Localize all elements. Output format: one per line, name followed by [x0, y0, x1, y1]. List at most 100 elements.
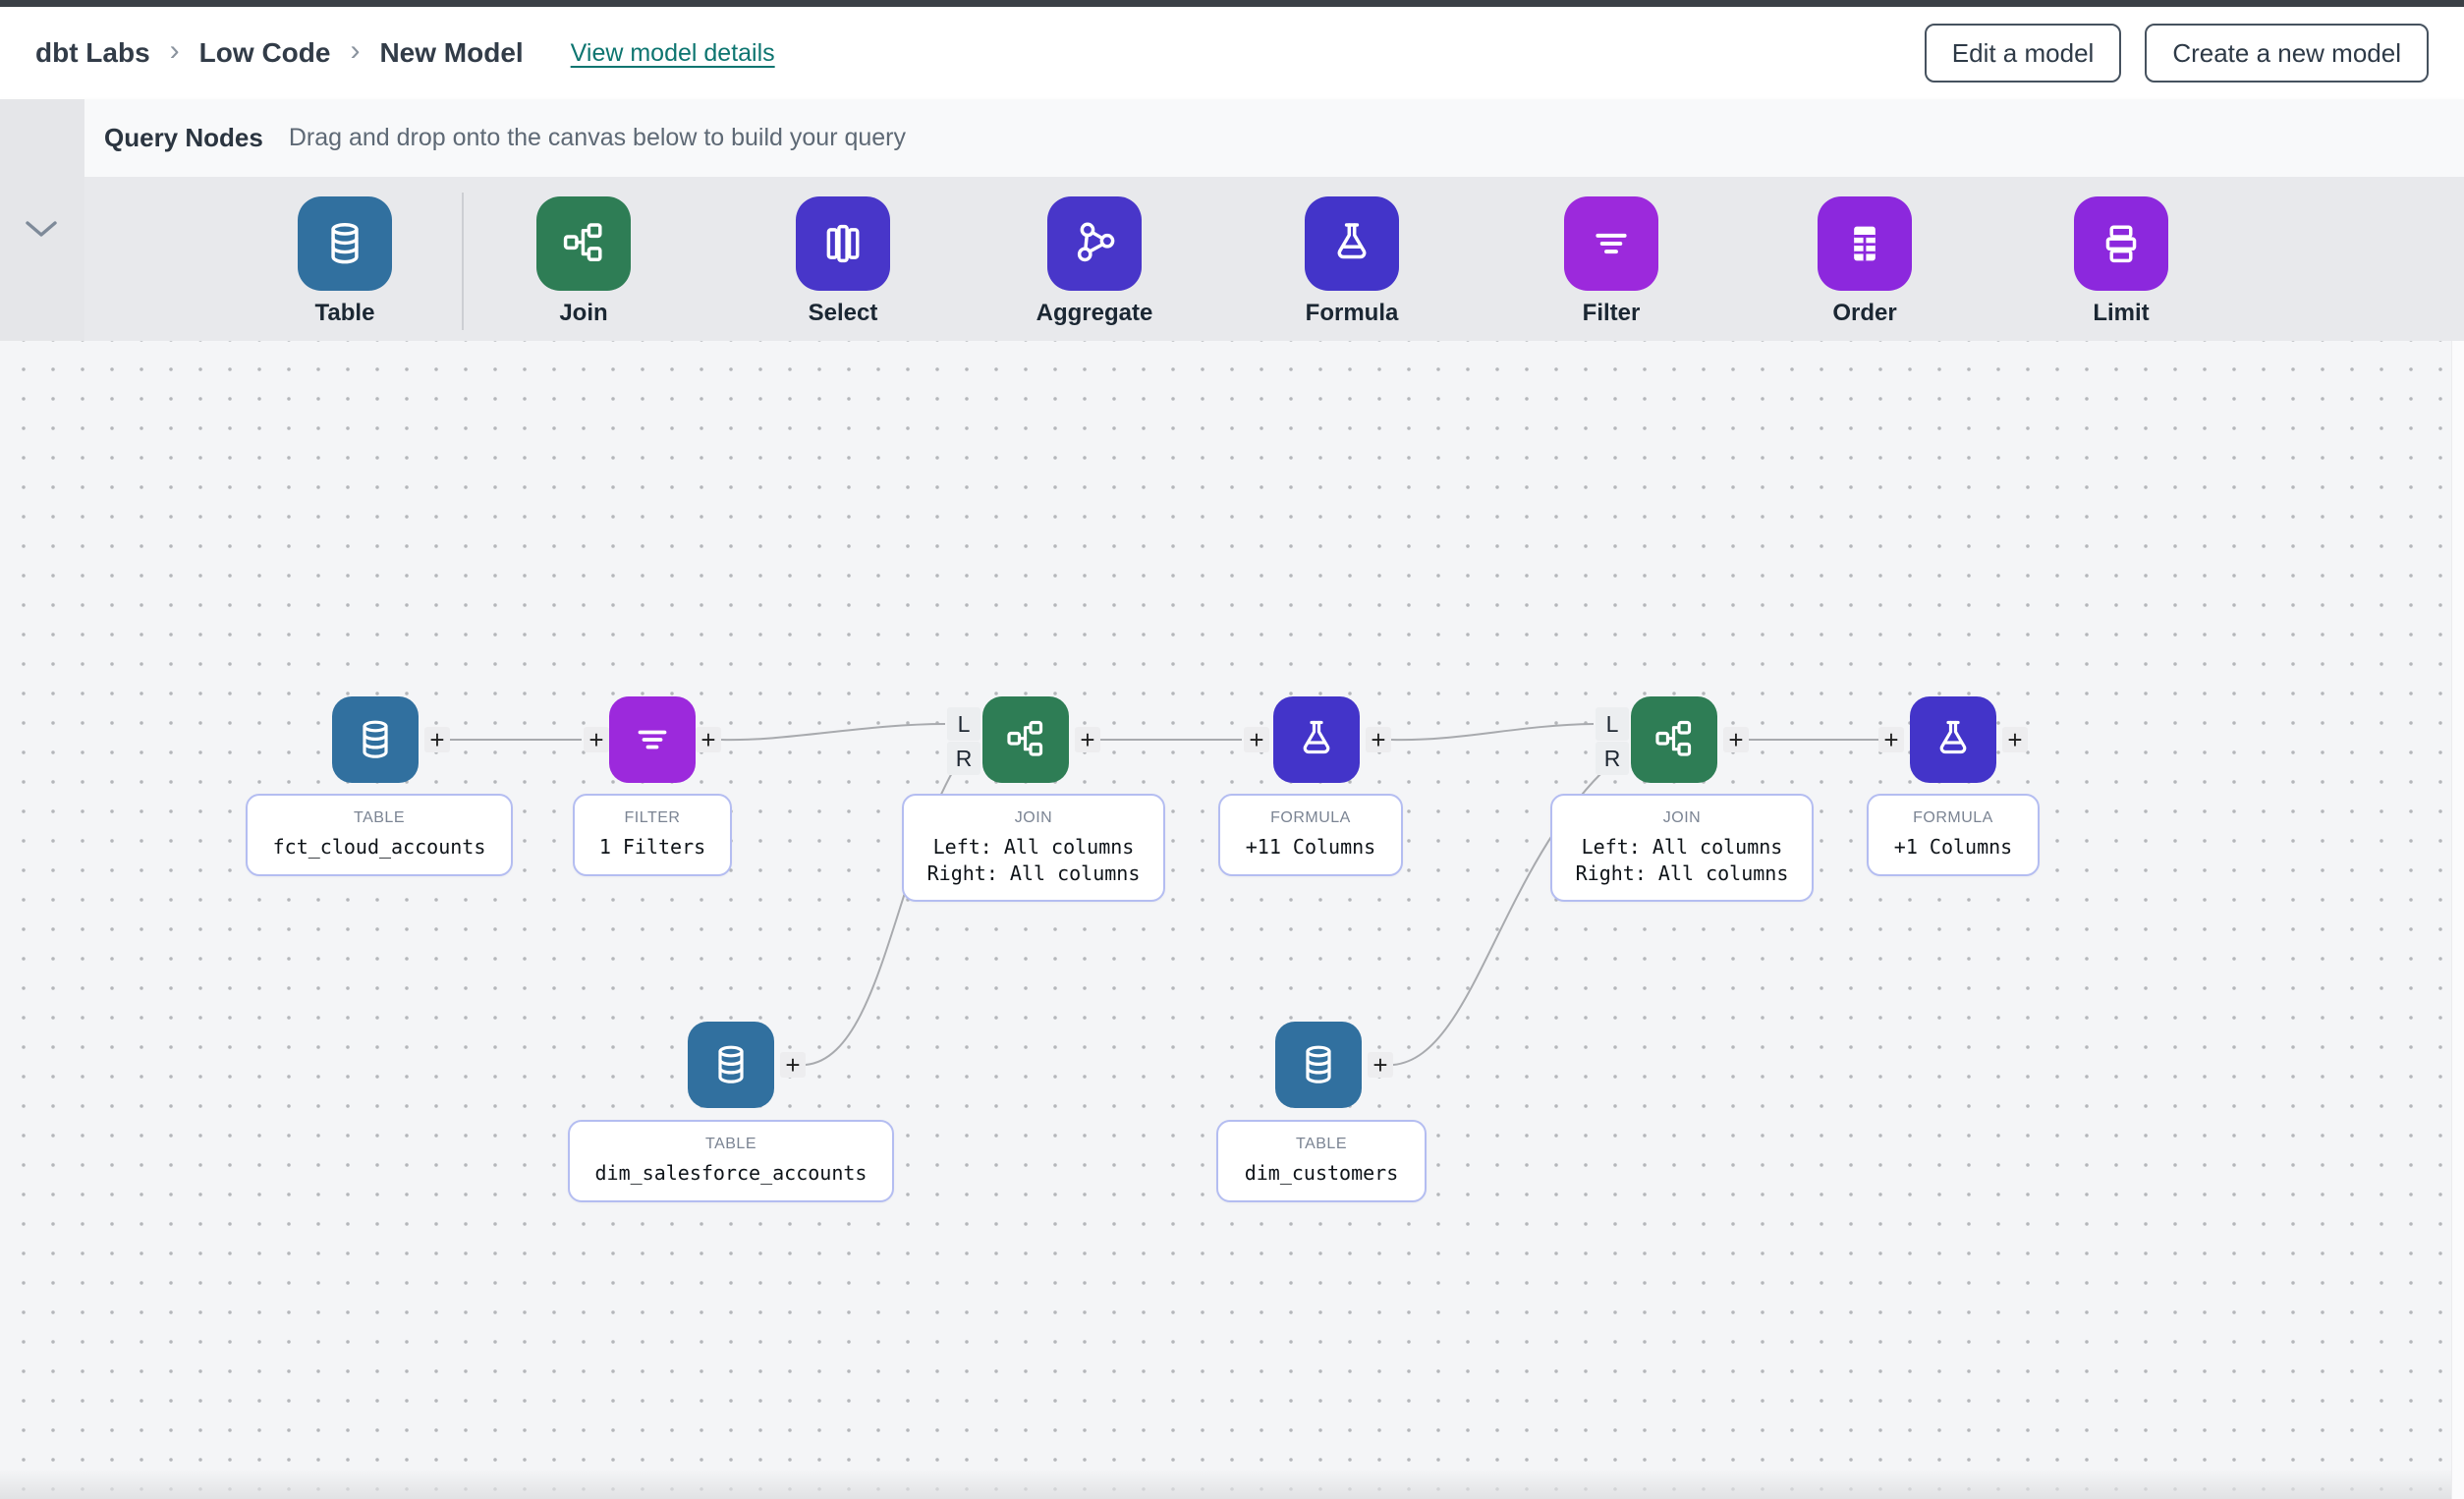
add-node-button[interactable]: + — [1368, 1052, 1393, 1078]
breadcrumb-separator-icon — [350, 36, 360, 66]
add-node-button[interactable]: + — [424, 727, 450, 752]
palette-item-label: Aggregate — [1036, 300, 1153, 327]
join-tile[interactable] — [536, 196, 631, 291]
add-node-button[interactable]: + — [1244, 727, 1269, 752]
database-icon — [1295, 1041, 1342, 1088]
database-icon — [319, 218, 370, 269]
edge — [1391, 724, 1594, 740]
create-model-button[interactable]: Create a new model — [2145, 24, 2429, 83]
formula-tile[interactable] — [1305, 196, 1399, 291]
node-value: 1 Filters — [599, 834, 705, 861]
palette-item-label: Join — [559, 300, 607, 327]
aggregate-tile[interactable] — [1047, 196, 1142, 291]
node-type-label: TABLE — [354, 809, 405, 827]
collapse-panel-button[interactable] — [24, 219, 59, 239]
breadcrumb-new-model: New Model — [379, 37, 523, 69]
node-type-label: JOIN — [1015, 809, 1052, 827]
view-model-details-link[interactable]: View model details — [571, 39, 775, 68]
share-network-icon — [1069, 218, 1120, 269]
filter-lines-icon — [629, 716, 676, 763]
breadcrumb-low-code[interactable]: Low Code — [199, 37, 331, 69]
node-formula-1[interactable] — [1273, 696, 1360, 783]
chevron-down-icon — [24, 219, 59, 239]
join-icon — [1002, 716, 1049, 763]
add-node-button[interactable]: + — [1723, 727, 1749, 752]
palette-item-label: Order — [1832, 300, 1896, 327]
node-type-label: FORMULA — [1270, 809, 1351, 827]
node-card-filter[interactable]: FILTER 1 Filters — [573, 794, 732, 876]
node-value: dim_salesforce_accounts — [595, 1160, 868, 1187]
edit-model-button[interactable]: Edit a model — [1925, 24, 2122, 83]
node-type-label: JOIN — [1663, 809, 1701, 827]
join-right-port[interactable]: R — [1596, 742, 1629, 775]
table-tile[interactable] — [298, 196, 392, 291]
palette-header: Query Nodes Drag and drop onto the canva… — [84, 99, 2464, 177]
add-node-button[interactable]: + — [1878, 727, 1904, 752]
node-card-table[interactable]: TABLE dim_salesforce_accounts — [568, 1120, 894, 1202]
node-value-left: Left: All columns — [933, 834, 1135, 861]
palette-item-label: Formula — [1306, 300, 1399, 327]
window-top-strip — [0, 0, 2464, 7]
palette-item-formula[interactable]: Formula — [1293, 196, 1411, 327]
palette-item-label: Table — [315, 300, 375, 327]
flask-icon — [1930, 716, 1977, 763]
node-card-join-1[interactable]: JOIN Left: All columns Right: All column… — [902, 794, 1165, 902]
columns-icon — [817, 218, 868, 269]
query-nodes-panel: Query Nodes Drag and drop onto the canva… — [0, 99, 2464, 341]
join-right-port[interactable]: R — [947, 742, 980, 775]
join-left-port[interactable]: L — [947, 707, 980, 741]
node-value: fct_cloud_accounts — [273, 834, 486, 861]
palette-item-label: Limit — [2093, 300, 2149, 327]
node-value-right: Right: All columns — [1576, 861, 1789, 887]
node-type-label: TABLE — [705, 1136, 756, 1153]
add-node-button[interactable]: + — [1075, 727, 1100, 752]
node-table-dim-salesforce-accounts[interactable] — [688, 1022, 774, 1108]
filter-lines-icon — [1586, 218, 1637, 269]
flask-icon — [1326, 218, 1377, 269]
database-icon — [707, 1041, 755, 1088]
join-icon — [558, 218, 609, 269]
node-card-table[interactable]: TABLE dim_customers — [1216, 1120, 1427, 1202]
node-card-join-2[interactable]: JOIN Left: All columns Right: All column… — [1550, 794, 1814, 902]
palette-item-aggregate[interactable]: Aggregate — [1036, 196, 1153, 327]
palette-item-label: Filter — [1583, 300, 1641, 327]
palette-item-filter[interactable]: Filter — [1552, 196, 1670, 327]
node-value-right: Right: All columns — [927, 861, 1141, 887]
palette-item-limit[interactable]: Limit — [2062, 196, 2180, 327]
table-grid-icon — [1839, 218, 1890, 269]
add-node-button[interactable]: + — [696, 727, 721, 752]
vertical-scrollbar[interactable] — [2451, 341, 2464, 1499]
palette-item-label: Select — [809, 300, 878, 327]
node-filter[interactable] — [609, 696, 696, 783]
palette-item-join[interactable]: Join — [525, 196, 643, 327]
select-tile[interactable] — [796, 196, 890, 291]
stack-rows-icon — [2096, 218, 2147, 269]
node-type-label: FORMULA — [1913, 809, 1993, 827]
connection-edges — [0, 341, 2464, 1499]
add-node-button[interactable]: + — [584, 727, 609, 752]
palette-item-order[interactable]: Order — [1806, 196, 1924, 327]
add-node-button[interactable]: + — [2002, 727, 2028, 752]
node-formula-2[interactable] — [1910, 696, 1996, 783]
node-card-formula-1[interactable]: FORMULA +11 Columns — [1218, 794, 1403, 876]
node-card-table[interactable]: TABLE fct_cloud_accounts — [246, 794, 513, 876]
add-node-button[interactable]: + — [1366, 727, 1391, 752]
node-value: +1 Columns — [1894, 834, 2012, 861]
node-table-fct-cloud-accounts[interactable] — [332, 696, 419, 783]
node-card-formula-2[interactable]: FORMULA +1 Columns — [1867, 794, 2040, 876]
palette-subtitle: Drag and drop onto the canvas below to b… — [289, 124, 906, 152]
horizontal-scroll-area[interactable] — [0, 1470, 2464, 1499]
palette-item-select[interactable]: Select — [784, 196, 902, 327]
join-icon — [1651, 716, 1698, 763]
filter-tile[interactable] — [1564, 196, 1658, 291]
join-left-port[interactable]: L — [1596, 707, 1629, 741]
node-join-1[interactable] — [982, 696, 1069, 783]
palette-item-table[interactable]: Table — [286, 196, 404, 327]
node-join-2[interactable] — [1631, 696, 1717, 783]
node-table-dim-customers[interactable] — [1275, 1022, 1362, 1108]
add-node-button[interactable]: + — [780, 1052, 806, 1078]
limit-tile[interactable] — [2074, 196, 2168, 291]
query-canvas[interactable]: + TABLE fct_cloud_accounts + + FILTER 1 … — [0, 341, 2464, 1499]
order-tile[interactable] — [1818, 196, 1912, 291]
breadcrumb-dbt-labs[interactable]: dbt Labs — [35, 37, 150, 69]
